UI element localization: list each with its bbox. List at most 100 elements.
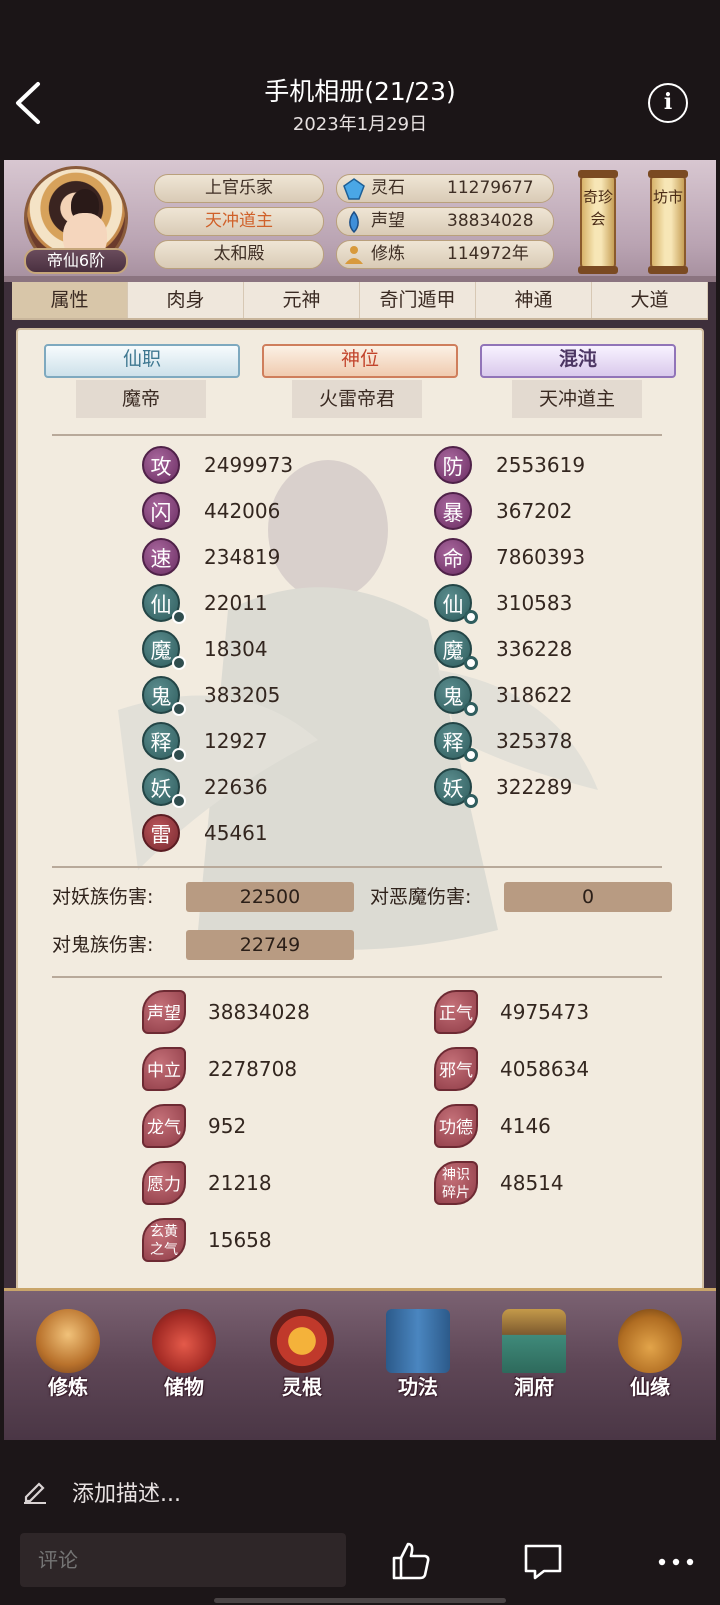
attr-value: 318622 [496,683,573,707]
menu-label: 修炼 [48,1375,88,1399]
stat-label: 声望 [371,211,405,231]
tab-attributes[interactable]: 属性 [12,282,128,318]
book-icon [386,1309,450,1373]
attr-value: 7860393 [496,545,586,569]
damage-label: 对鬼族伤害: [52,934,154,956]
tab-body[interactable]: 肉身 [128,282,244,318]
divine-rank-value: 火雷帝君 [292,380,422,418]
critical-icon: 暴 [434,492,472,530]
soul-fragment-icon: 神识碎片 [434,1161,478,1205]
attack-marker-icon [172,748,186,762]
menu-storage[interactable]: 储物 [138,1309,230,1405]
damage-value: 22500 [186,882,354,912]
prestige-stat: 声望 38834028 [336,207,554,236]
attr-value: 442006 [204,499,281,523]
immortal-post-heading: 仙职 [44,344,240,378]
spirit-root-icon [270,1309,334,1373]
defense-marker-icon [464,748,478,762]
immortal-post-value: 魔帝 [76,380,206,418]
comment-icon[interactable] [522,1542,564,1582]
stat-value: 38834028 [447,211,534,231]
attack-marker-icon [172,702,186,716]
attack-marker-icon [172,656,186,670]
attribute-panel: 仙职 神位 混沌 魔帝 火雷帝君 天冲道主 攻 2499973 闪 442006 速… [16,328,704,1436]
damage-label: 对妖族伤害: [52,886,154,908]
game-screenshot: 帝仙6阶 上官乐家 天冲道主 太和殿 灵石 11279677 声望 388340… [4,160,716,1440]
thumbs-up-icon[interactable] [390,1540,432,1582]
menu-cultivate[interactable]: 修炼 [22,1309,114,1405]
attack-marker-icon [172,610,186,624]
gourd-icon [618,1309,682,1373]
meditate-icon [345,246,363,264]
damage-value: 22749 [186,930,354,960]
chaos-value: 天冲道主 [512,380,642,418]
rep-value: 21218 [208,1171,272,1195]
comment-input[interactable] [20,1533,346,1587]
market-button[interactable]: 坊市 [648,170,688,274]
menu-label: 洞府 [514,1375,554,1399]
willpower-icon: 愿力 [142,1161,186,1205]
player-surname: 上官乐家 [154,174,324,203]
defense-marker-icon [464,702,478,716]
bag-icon [152,1309,216,1373]
damage-value: 0 [504,882,672,912]
cultivate-icon [36,1309,100,1373]
attribute-tabs: 属性 肉身 元神 奇门遁甲 神通 大道 [12,282,708,320]
tab-dao[interactable]: 大道 [592,282,708,318]
prestige-icon: 声望 [142,990,186,1034]
merit-icon: 功德 [434,1104,478,1148]
tab-qimen[interactable]: 奇门遁甲 [360,282,476,318]
tab-spirit[interactable]: 元神 [244,282,360,318]
player-hall: 太和殿 [154,240,324,269]
defense-icon: 防 [434,446,472,484]
dodge-icon: 闪 [142,492,180,530]
rep-value: 2278708 [208,1057,298,1081]
rank-badge: 帝仙6阶 [24,248,128,274]
more-icon[interactable] [656,1556,696,1568]
viewer-top-bar: 手机相册(21/23) 2023年1月29日 i [0,0,720,160]
crystal-icon [349,211,359,233]
damage-label: 对恶魔伤害: [370,886,472,908]
tab-powers[interactable]: 神通 [476,282,592,318]
attr-value: 310583 [496,591,573,615]
player-header: 帝仙6阶 上官乐家 天冲道主 太和殿 灵石 11279677 声望 388340… [4,160,716,282]
game-bottom-menu: 修炼 储物 灵根 功法 洞府 仙缘 [4,1288,716,1440]
stat-value: 11279677 [447,178,534,198]
health-icon: 命 [434,538,472,576]
menu-label: 仙缘 [630,1375,670,1399]
cultivation-stat: 修炼 114972年 [336,240,554,269]
add-description[interactable]: 添加描述... [72,1476,181,1508]
attr-value: 2499973 [204,453,294,477]
attr-value: 325378 [496,729,573,753]
photo-date: 2023年1月29日 [292,114,428,135]
neutral-icon: 中立 [142,1047,186,1091]
rep-value: 952 [208,1114,247,1138]
pencil-icon [24,1482,46,1504]
menu-cave[interactable]: 洞府 [488,1309,580,1405]
attr-value: 45461 [204,821,268,845]
attr-value: 234819 [204,545,281,569]
attr-value: 18304 [204,637,268,661]
menu-label: 功法 [398,1375,438,1399]
home-indicator[interactable] [214,1598,506,1603]
defense-marker-icon [464,656,478,670]
rep-value: 4146 [500,1114,551,1138]
attr-value: 22636 [204,775,268,799]
dragon-qi-icon: 龙气 [142,1104,186,1148]
menu-techniques[interactable]: 功法 [372,1309,464,1405]
attr-value: 322289 [496,775,573,799]
info-button[interactable]: i [648,83,688,123]
attack-marker-icon [172,794,186,808]
attr-value: 12927 [204,729,268,753]
rep-value: 15658 [208,1228,272,1252]
evil-qi-icon: 邪气 [434,1047,478,1091]
menu-fate[interactable]: 仙缘 [604,1309,696,1405]
divider [52,976,662,978]
menu-spirit-root[interactable]: 灵根 [256,1309,348,1405]
divider [52,434,662,436]
gem-icon [343,178,365,200]
treasure-fair-button[interactable]: 奇珍会 [578,170,618,274]
xuanhuang-qi-icon: 玄黄之气 [142,1218,186,1262]
rep-value: 48514 [500,1171,564,1195]
attr-value: 336228 [496,637,573,661]
